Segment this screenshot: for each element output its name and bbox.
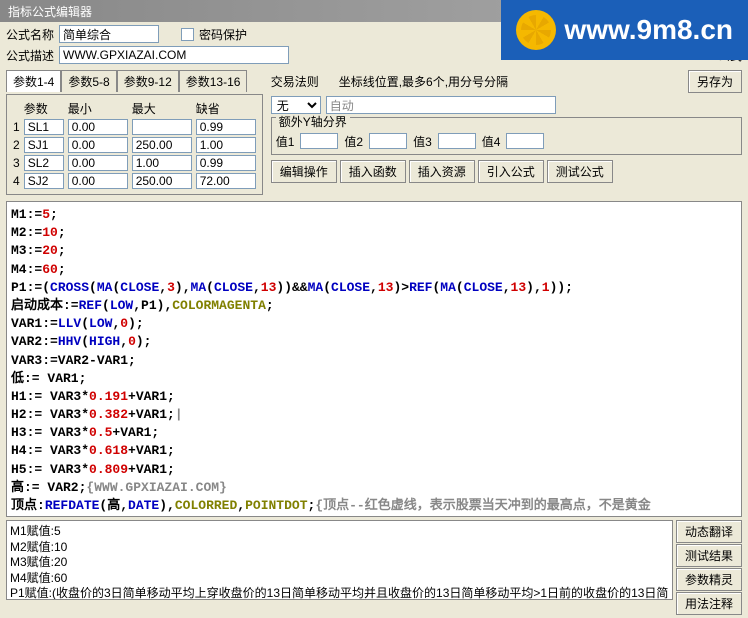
formula-desc-input[interactable] — [59, 46, 289, 64]
window-title: 指标公式编辑器 — [8, 3, 92, 20]
param-3-def[interactable] — [196, 155, 256, 171]
param-3-min[interactable] — [68, 155, 128, 171]
val-1[interactable] — [300, 133, 338, 149]
password-checkbox[interactable] — [181, 28, 194, 41]
param-4-max[interactable] — [132, 173, 192, 189]
param-grid: 参数最小最大缺省1234 — [6, 94, 263, 195]
param-tab-0[interactable]: 参数1-4 — [6, 70, 61, 92]
action-btn-0[interactable]: 编辑操作 — [271, 160, 337, 183]
param-1-name[interactable] — [24, 119, 64, 135]
param-tabs: 参数1-4参数5-8参数9-12参数13-16 — [6, 70, 263, 92]
param-tab-3[interactable]: 参数13-16 — [179, 70, 248, 92]
watermark-logo — [516, 10, 556, 50]
param-4-def[interactable] — [196, 173, 256, 189]
coord-input[interactable] — [326, 96, 556, 114]
val-3[interactable] — [438, 133, 476, 149]
param-4-name[interactable] — [24, 173, 64, 189]
param-4-min[interactable] — [68, 173, 128, 189]
param-tab-2[interactable]: 参数9-12 — [117, 70, 179, 92]
param-1-def[interactable] — [196, 119, 256, 135]
extra-y-fieldset: 额外Y轴分界 值1值2值3值4 — [271, 117, 742, 155]
param-2-min[interactable] — [68, 137, 128, 153]
action-btn-3[interactable]: 引入公式 — [478, 160, 544, 183]
desc-label: 公式描述 — [6, 47, 54, 64]
action-btn-1[interactable]: 插入函数 — [340, 160, 406, 183]
param-3-max[interactable] — [132, 155, 192, 171]
save-as-button[interactable]: 另存为 — [688, 70, 742, 93]
param-1-max[interactable] — [132, 119, 192, 135]
side-btn-0[interactable]: 动态翻译 — [676, 520, 742, 543]
side-btn-3[interactable]: 用法注释 — [676, 592, 742, 615]
trade-select[interactable]: 无 — [271, 96, 321, 114]
action-btn-2[interactable]: 插入资源 — [409, 160, 475, 183]
debug-output: M1赋值:5M2赋值:10M3赋值:20M4赋值:60P1赋值:(收盘价的3日简… — [6, 520, 673, 600]
side-btn-2[interactable]: 参数精灵 — [676, 568, 742, 591]
watermark-overlay: www.9m8.cn — [501, 0, 748, 60]
code-editor[interactable]: M1:=5;M2:=10;M3:=20;M4:=60;P1:=(CROSS(MA… — [6, 201, 742, 517]
param-2-max[interactable] — [132, 137, 192, 153]
name-label: 公式名称 — [6, 26, 54, 43]
val-2[interactable] — [369, 133, 407, 149]
param-2-name[interactable] — [24, 137, 64, 153]
param-2-def[interactable] — [196, 137, 256, 153]
side-btn-1[interactable]: 测试结果 — [676, 544, 742, 567]
param-1-min[interactable] — [68, 119, 128, 135]
param-tab-1[interactable]: 参数5-8 — [61, 70, 116, 92]
password-label: 密码保护 — [199, 26, 247, 43]
action-btn-4[interactable]: 测试公式 — [547, 160, 613, 183]
formula-name-input[interactable] — [59, 25, 159, 43]
param-3-name[interactable] — [24, 155, 64, 171]
coord-label: 坐标线位置,最多6个,用分号分隔 — [339, 73, 508, 90]
trade-rule-label: 交易法则 — [271, 73, 319, 90]
val-4[interactable] — [506, 133, 544, 149]
